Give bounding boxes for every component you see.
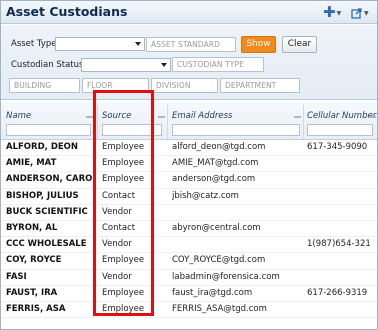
custodian-type-field[interactable]: CUSTODIAN TYPE xyxy=(172,57,264,72)
asset-type-label: Asset Type xyxy=(11,39,57,49)
name-cell: FAUST, IRA xyxy=(6,287,58,298)
cellular-filter-input[interactable] xyxy=(307,124,373,136)
source-cell: Employee xyxy=(102,174,145,185)
panel-title: Asset Custodians xyxy=(6,4,128,19)
department-field[interactable]: DEPARTMENT xyxy=(220,78,300,93)
table-row[interactable]: ANDERSON, CAROLINE Employee anderson@tgd… xyxy=(1,172,377,189)
phone-cell: 1(987)654-3210 xyxy=(307,239,371,250)
email-cell: anderson@tgd.com xyxy=(172,174,256,185)
clear-button[interactable]: Clear xyxy=(282,36,317,53)
source-filter-input[interactable] xyxy=(102,124,162,136)
table-row[interactable]: BISHOP, JULIUS Contact jbish@catz.com xyxy=(1,189,377,205)
source-cell: Employee xyxy=(102,287,145,298)
table-row[interactable]: COY, ROYCE Employee COY_ROYCE@tgd.com xyxy=(1,253,377,270)
email-cell: labadmin@forensica.com xyxy=(172,271,280,282)
source-cell: Vendor xyxy=(102,239,132,250)
chevron-down-icon: ▼ xyxy=(364,10,369,17)
table-row[interactable]: CCC WHOLESALE Vendor 1(987)654-3210 xyxy=(1,237,377,254)
division-field[interactable]: DIVISION xyxy=(151,78,218,93)
name-cell: COY, ROYCE xyxy=(6,255,62,266)
name-cell: AMIE, MAT xyxy=(6,158,57,169)
grid-header: Name Source Email Address Cellular Numbe… xyxy=(1,102,377,140)
filter-area: Asset Type ASSET STANDARD Show Clear Cus… xyxy=(1,25,377,100)
source-cell: Contact xyxy=(102,190,136,201)
source-cell: Employee xyxy=(102,303,145,314)
name-cell: ALFORD, DEON xyxy=(6,142,79,152)
custodian-status-select[interactable] xyxy=(81,58,171,72)
plus-icon: ✚ xyxy=(323,3,336,21)
source-cell: Employee xyxy=(102,158,145,169)
sort-handle-icon[interactable] xyxy=(158,116,165,118)
phone-cell: 617-345-9090 xyxy=(307,142,368,152)
email-cell: faust_ira@tgd.com xyxy=(172,287,253,298)
custodian-status-label: Custodian Status xyxy=(11,60,84,70)
asset-standard-field[interactable]: ASSET STANDARD xyxy=(146,37,236,52)
asset-custodians-panel: Asset Custodians ✚ ▼ ▼ Asset Type ASSET S… xyxy=(0,0,378,330)
email-cell: AMIE_MAT@tgd.com xyxy=(172,158,259,169)
source-cell: Employee xyxy=(102,255,145,266)
name-cell: BUCK SCIENTIFIC xyxy=(6,206,88,217)
column-divider[interactable] xyxy=(303,105,304,139)
email-cell: jbish@catz.com xyxy=(172,190,239,201)
email-filter-input[interactable] xyxy=(172,124,300,136)
name-cell: FASI xyxy=(6,271,27,282)
column-divider[interactable] xyxy=(167,105,168,139)
name-cell: CCC WHOLESALE xyxy=(6,239,87,250)
sort-handle-icon[interactable] xyxy=(294,116,301,118)
show-button[interactable]: Show xyxy=(241,36,276,53)
table-row[interactable]: AMIE, MAT Employee AMIE_MAT@tgd.com xyxy=(1,156,377,173)
asset-type-select[interactable] xyxy=(55,37,145,51)
panel-header: Asset Custodians ✚ ▼ ▼ xyxy=(1,1,377,24)
name-cell: BISHOP, JULIUS xyxy=(6,190,79,201)
column-header-email[interactable]: Email Address xyxy=(172,111,232,121)
sort-handle-icon[interactable] xyxy=(369,116,376,118)
table-row[interactable]: BUCK SCIENTIFIC Vendor xyxy=(1,205,377,221)
email-cell: abyron@central.com xyxy=(172,222,261,233)
source-cell: Contact xyxy=(102,222,136,233)
email-cell: FERRIS_ASA@tgd.com xyxy=(172,303,267,314)
dropdown-arrow-icon xyxy=(135,42,141,46)
column-header-cellular[interactable]: Cellular Number xyxy=(307,111,376,121)
email-cell: COY_ROYCE@tgd.com xyxy=(172,255,266,266)
name-cell: BYRON, AL xyxy=(6,222,58,233)
column-header-name[interactable]: Name xyxy=(6,111,31,121)
grid-body: ALFORD, DEON Employee alford_deon@tgd.co… xyxy=(1,140,377,319)
table-row[interactable]: FERRIS, ASA Employee FERRIS_ASA@tgd.com xyxy=(1,302,377,319)
floor-field[interactable]: FLOOR xyxy=(82,78,149,93)
add-button[interactable]: ✚ ▼ xyxy=(323,5,341,20)
source-cell: Vendor xyxy=(102,206,132,217)
export-icon xyxy=(351,7,362,19)
sort-handle-icon[interactable] xyxy=(86,116,93,118)
name-cell: ANDERSON, CAROLINE xyxy=(6,174,96,185)
column-divider[interactable] xyxy=(97,105,98,139)
table-row[interactable]: BYRON, AL Contact abyron@central.com xyxy=(1,221,377,238)
building-field[interactable]: BUILDING xyxy=(9,78,80,93)
table-row[interactable]: ALFORD, DEON Employee alford_deon@tgd.co… xyxy=(1,140,377,157)
phone-cell: 617-266-9319 xyxy=(307,287,368,298)
chevron-down-icon: ▼ xyxy=(336,10,342,17)
source-cell: Vendor xyxy=(102,271,132,282)
export-button[interactable]: ▼ xyxy=(351,5,369,20)
column-header-source[interactable]: Source xyxy=(102,111,131,121)
name-filter-input[interactable] xyxy=(6,124,91,136)
dropdown-arrow-icon xyxy=(161,63,167,67)
table-row[interactable]: FASI Vendor labadmin@forensica.com xyxy=(1,270,377,286)
table-row[interactable]: FAUST, IRA Employee faust_ira@tgd.com 61… xyxy=(1,286,377,302)
source-cell: Employee xyxy=(102,142,145,152)
name-cell: FERRIS, ASA xyxy=(6,303,66,314)
email-cell: alford_deon@tgd.com xyxy=(172,142,266,152)
